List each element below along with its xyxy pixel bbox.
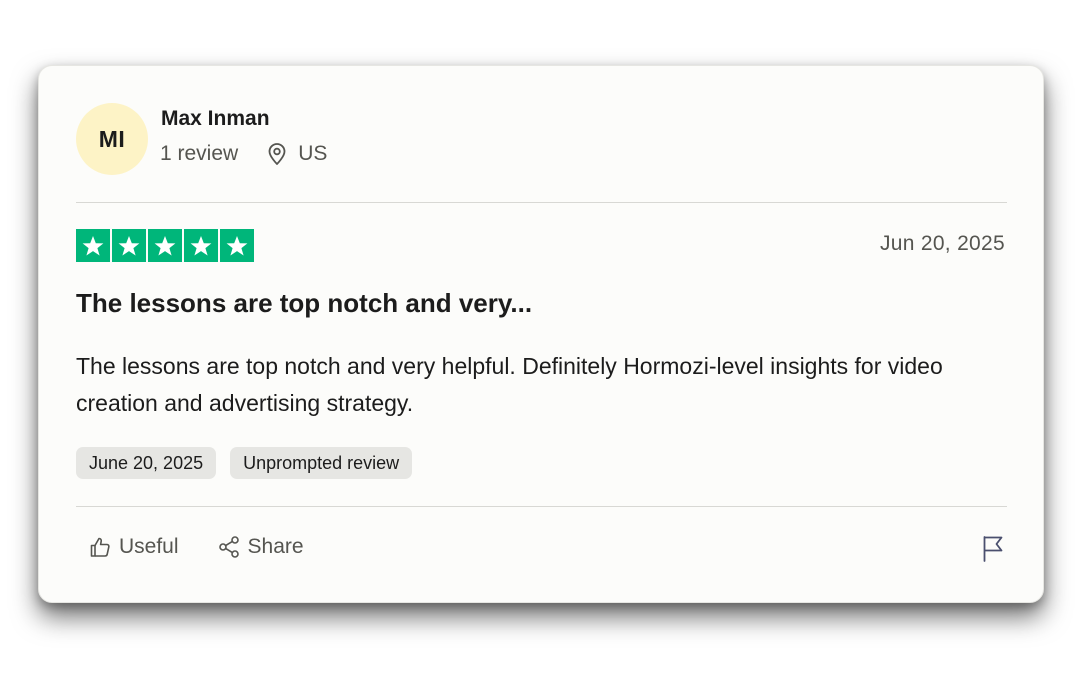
useful-button[interactable]: Useful	[88, 535, 179, 559]
star-rating	[76, 229, 254, 262]
star-icon	[112, 229, 146, 262]
share-label: Share	[247, 535, 304, 558]
review-date: Jun 20, 2025	[879, 232, 1005, 255]
review-card: MI Max Inman 1 review US Jun 20, 2025 Th…	[38, 65, 1044, 603]
reviewer-name[interactable]: Max Inman	[161, 107, 270, 131]
star-icon	[184, 229, 218, 262]
reviewer-meta: 1 review US	[160, 142, 327, 166]
divider	[76, 202, 1007, 203]
useful-label: Useful	[119, 535, 179, 558]
tag-date: June 20, 2025	[76, 447, 217, 479]
review-body: The lessons are top notch and very helpf…	[76, 353, 943, 416]
share-button[interactable]: Share	[217, 535, 304, 559]
tag-unprompted[interactable]: Unprompted review	[230, 447, 413, 479]
review-actions: Useful Share	[88, 535, 342, 559]
share-icon	[217, 535, 241, 559]
review-tags: June 20, 2025 Unprompted review	[76, 447, 413, 479]
avatar[interactable]: MI	[76, 103, 148, 175]
review-count: 1 review	[160, 142, 239, 165]
reviewer-country: US	[298, 142, 328, 165]
star-icon	[148, 229, 182, 262]
avatar-initials: MI	[98, 125, 126, 152]
location-pin-icon	[266, 142, 288, 166]
flag-icon[interactable]	[981, 534, 1005, 567]
star-icon	[76, 229, 110, 262]
review-title[interactable]: The lessons are top notch and very...	[76, 288, 532, 319]
star-icon	[220, 229, 254, 262]
thumbs-up-icon	[88, 535, 112, 559]
divider	[76, 506, 1007, 507]
